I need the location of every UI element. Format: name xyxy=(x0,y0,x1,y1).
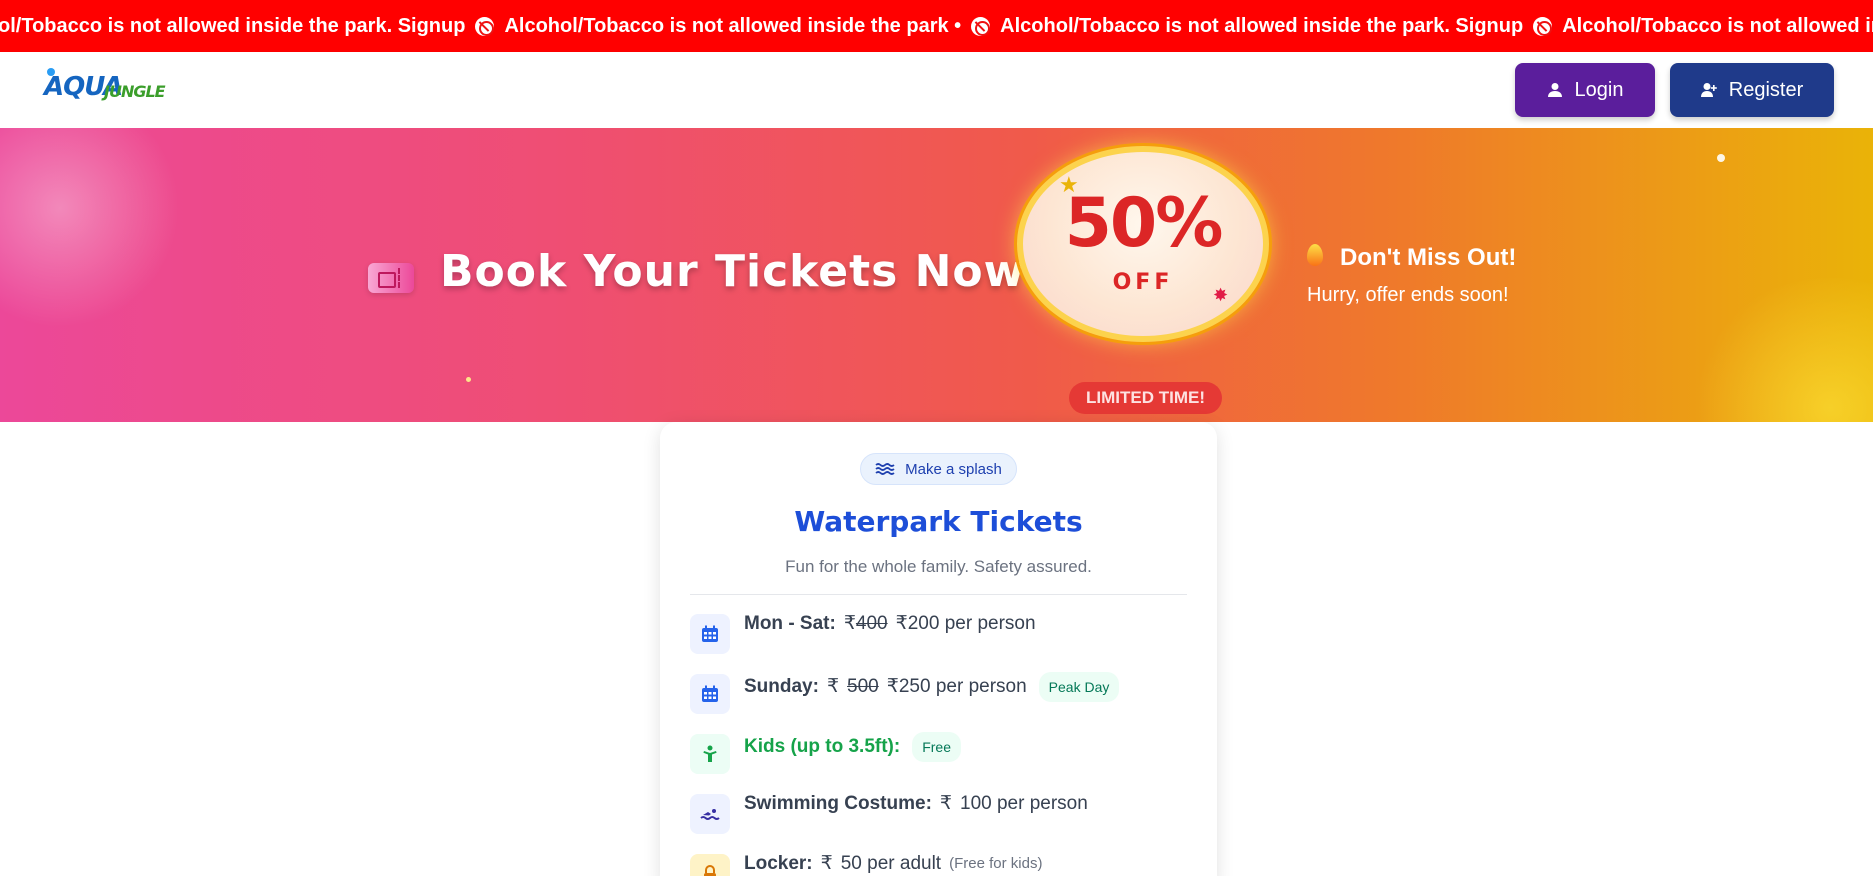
card-subtitle: Fun for the whole family. Safety assured… xyxy=(785,557,1092,576)
navbar: AQUA JUNGLE Login Register xyxy=(0,52,1873,128)
login-label: Login xyxy=(1574,78,1624,101)
ban-icon xyxy=(971,16,991,36)
divider xyxy=(690,594,1187,595)
marquee-item: Alcohol/Tobacco is not allowed inside th… xyxy=(1000,15,1524,37)
ban-icon xyxy=(475,16,495,36)
decor-glow xyxy=(1690,278,1873,422)
currency-symbol: ₹ xyxy=(820,853,833,874)
register-label: Register xyxy=(1728,78,1804,101)
login-button[interactable]: Login xyxy=(1515,63,1655,117)
child-icon xyxy=(690,734,730,774)
sparkle-dot xyxy=(1717,154,1725,162)
waves-icon xyxy=(875,463,895,475)
marquee-item: Alcohol/Tobacco is not allowed inside th… xyxy=(504,15,962,37)
discount-value: 50% xyxy=(1064,184,1224,263)
row-label: Kids (up to 3.5ft): xyxy=(744,736,901,757)
burst-icon: ✸ xyxy=(1213,285,1229,305)
fire-icon xyxy=(1307,244,1323,266)
marquee-item: Alcohol/Tobacco is not allowed inside th… xyxy=(1562,15,1873,37)
locker-note: (Free for kids) xyxy=(949,855,1043,872)
user-plus-icon xyxy=(1700,83,1717,97)
currency-symbol: ₹ xyxy=(826,676,840,697)
price-row-costume: Swimming Costume: ₹ 100 per person xyxy=(690,792,1187,834)
peak-day-badge: Peak Day xyxy=(1038,672,1120,702)
old-price: 400 xyxy=(855,613,888,634)
hero-banner: Book Your Tickets Now! ★ 50% OFF ✸ LIMIT… xyxy=(0,128,1873,422)
row-label: Mon - Sat: xyxy=(744,613,836,634)
price: 100 per person xyxy=(960,793,1088,814)
price-row-locker: Locker: ₹ 50 per adult (Free for kids) xyxy=(690,852,1187,876)
hero-title: Book Your Tickets Now! xyxy=(440,246,1047,297)
currency-symbol: ₹ xyxy=(939,793,952,814)
calendar-icon xyxy=(690,674,730,714)
price-row-sunday: Sunday: ₹500 ₹250 per person Peak Day xyxy=(690,672,1187,714)
price-row-kids: Kids (up to 3.5ft): Free xyxy=(690,732,1187,774)
logo[interactable]: AQUA JUNGLE xyxy=(44,66,166,114)
splash-chip: Make a splash xyxy=(860,453,1017,485)
new-price: 200 per person xyxy=(907,613,1036,634)
row-label: Sunday: xyxy=(744,676,819,697)
lock-icon xyxy=(690,854,730,876)
ticket-icon xyxy=(368,263,414,293)
new-price: 250 per person xyxy=(898,676,1027,697)
user-icon xyxy=(1547,83,1562,97)
logo-text-jungle: JUNGLE xyxy=(104,82,166,101)
sparkle-dot xyxy=(466,377,471,382)
currency-symbol: ₹ xyxy=(886,676,899,697)
ban-icon xyxy=(1533,16,1553,36)
register-button[interactable]: Register xyxy=(1670,63,1834,117)
chip-label: Make a splash xyxy=(905,460,1002,478)
row-label: Swimming Costume: xyxy=(744,793,932,814)
calendar-icon xyxy=(690,614,730,654)
currency-symbol: ₹ xyxy=(843,613,856,634)
discount-badge: ★ 50% OFF ✸ xyxy=(1017,146,1269,342)
decor-glow xyxy=(0,128,180,328)
currency-symbol: ₹ xyxy=(895,613,908,634)
old-price: 500 xyxy=(847,676,879,697)
promo-title: Don't Miss Out! xyxy=(1340,244,1517,271)
limited-time-badge: LIMITED TIME! xyxy=(1069,382,1222,414)
announcement-marquee: ol/Tobacco is not allowed inside the par… xyxy=(0,0,1873,52)
price: 50 per adult xyxy=(840,853,942,874)
marquee-item: ol/Tobacco is not allowed inside the par… xyxy=(0,15,466,37)
row-label: Locker: xyxy=(744,853,813,874)
price-row-weekday: Mon - Sat: ₹400 ₹200 per person xyxy=(690,612,1187,654)
card-title: Waterpark Tickets xyxy=(794,505,1083,538)
free-badge: Free xyxy=(912,732,961,762)
swimmer-icon xyxy=(690,794,730,834)
promo-subtitle: Hurry, offer ends soon! xyxy=(1307,284,1509,306)
ticket-card: Make a splash Waterpark Tickets Fun for … xyxy=(660,422,1217,876)
